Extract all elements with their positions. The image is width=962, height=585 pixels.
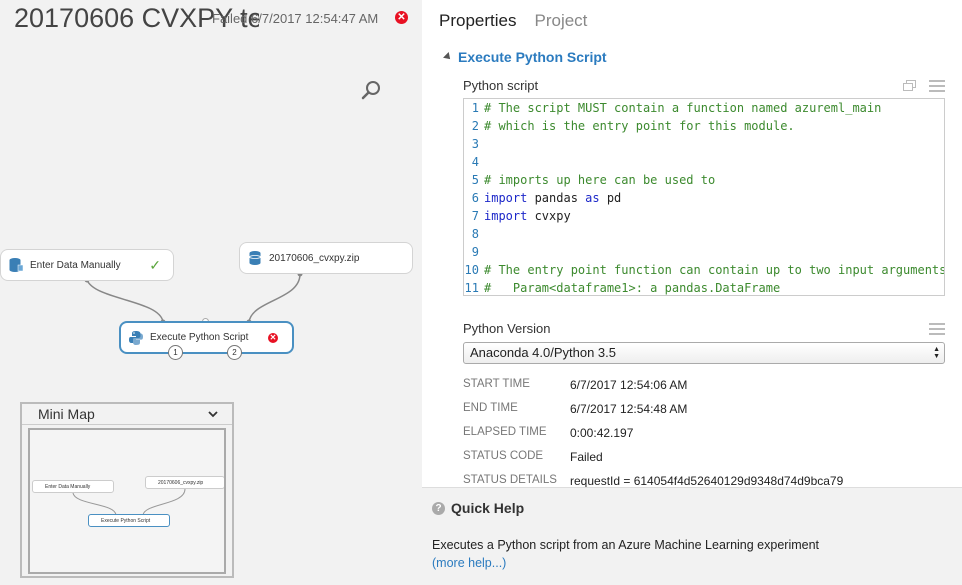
python-icon	[129, 330, 143, 345]
code-line[interactable]: 5 # imports up here can be used to	[464, 171, 944, 189]
line-number: 10	[464, 263, 479, 277]
line-number: 6	[471, 191, 479, 205]
code-line[interactable]: 11 # Param<dataframe1>: a pandas.DataFram…	[464, 279, 944, 295]
quick-help-description: Executes a Python script from an Azure M…	[432, 538, 820, 552]
script-label: Python script	[463, 78, 539, 93]
meta-start-time: START TIME 6/7/2017 12:54:06 AM	[463, 378, 687, 392]
meta-key: START TIME	[463, 378, 530, 390]
menu-icon[interactable]	[929, 323, 945, 335]
module-label: 20170606_cvxpy.zip	[269, 252, 360, 264]
input-port-2[interactable]: 2	[227, 345, 242, 360]
module-label: Enter Data Manually	[30, 259, 121, 271]
quick-help-title: Quick Help	[451, 500, 525, 516]
meta-status-details: STATUS DETAILS requestId = 614054f4d5264…	[463, 474, 843, 488]
mini-map-wires	[72, 488, 186, 516]
line-number: 1	[471, 101, 479, 115]
code-line[interactable]: 3	[464, 135, 944, 153]
line-number: 7	[471, 209, 479, 223]
line-number: 8	[471, 227, 479, 241]
python-script-editor[interactable]: 1 # The script MUST contain a function na…	[463, 98, 945, 296]
tab-properties[interactable]: Properties	[439, 11, 516, 31]
code-text: # Param<dataframe1>: a pandas.DataFrame	[484, 281, 781, 295]
module-label: Execute Python Script	[150, 332, 249, 343]
section-title: Execute Python Script	[458, 49, 607, 65]
dataset-icon	[9, 258, 24, 272]
experiment-canvas[interactable]: 20170606 CVXPY te.. Failed 6/7/2017 12:5…	[0, 0, 422, 585]
meta-status-code: STATUS CODE Failed	[463, 450, 603, 464]
mini-map[interactable]: Mini Map Enter Data Manually 20170606_cv…	[20, 402, 234, 578]
code-text: # The script MUST contain a function nam…	[484, 101, 882, 115]
meta-key: ELAPSED TIME	[463, 426, 547, 438]
quick-help: ? Quick Help Executes a Python script fr…	[422, 487, 962, 585]
code-line[interactable]: 2 # which is the entry point for this mod…	[464, 117, 944, 135]
meta-value: Failed	[570, 450, 603, 464]
mini-map-title: Mini Map	[38, 406, 95, 422]
menu-icon[interactable]	[929, 80, 945, 92]
line-number: 3	[471, 137, 479, 151]
meta-value: 6/7/2017 12:54:48 AM	[570, 402, 688, 416]
help-icon: ?	[432, 501, 445, 515]
select-arrows-icon: ▲ ▼	[933, 346, 940, 360]
meta-key: END TIME	[463, 402, 518, 414]
mini-map-viewport[interactable]: Enter Data Manually 20170606_cvxpy.zip E…	[28, 428, 226, 574]
check-icon: ✓	[149, 257, 161, 273]
code-text: # The entry point function can contain u…	[484, 263, 945, 277]
line-number: 4	[471, 155, 479, 169]
collapse-triangle-icon[interactable]	[443, 52, 453, 62]
python-version-value: Anaconda 4.0/Python 3.5	[470, 345, 617, 360]
code-text: # imports up here can be used to	[484, 173, 716, 187]
code-line[interactable]: 4	[464, 153, 944, 171]
chevron-down-icon[interactable]	[208, 410, 218, 418]
input-port-1[interactable]: 1	[168, 345, 183, 360]
mini-map-header[interactable]: Mini Map	[22, 404, 232, 425]
meta-key: STATUS CODE	[463, 450, 544, 462]
meta-key: STATUS DETAILS	[463, 474, 557, 486]
panel-tabs: Properties Project	[439, 11, 587, 31]
code-line[interactable]: 1 # The script MUST contain a function na…	[464, 99, 944, 117]
more-help-link[interactable]: (more help...)	[432, 556, 506, 570]
popout-icon[interactable]	[903, 80, 916, 91]
code-line[interactable]: 7 import cvxpy	[464, 207, 944, 225]
quick-help-header: ? Quick Help	[432, 500, 524, 516]
line-number: 5	[471, 173, 479, 187]
dataset-icon	[249, 251, 261, 265]
mini-map-node: Enter Data Manually	[32, 480, 114, 493]
code-text: # which is the entry point for this modu…	[484, 119, 795, 133]
mini-map-node: 20170606_cvxpy.zip	[145, 476, 224, 489]
code-line[interactable]: 9	[464, 243, 944, 261]
tab-project[interactable]: Project	[534, 11, 587, 31]
line-number: 2	[471, 119, 479, 133]
meta-value: 6/7/2017 12:54:06 AM	[570, 378, 688, 392]
code-line[interactable]: 8	[464, 225, 944, 243]
version-label: Python Version	[463, 321, 551, 336]
line-number: 9	[471, 245, 479, 259]
code-line[interactable]: 6 import pandas as pd	[464, 189, 944, 207]
module-zip-dataset[interactable]: 20170606_cvxpy.zip	[239, 242, 413, 274]
meta-end-time: END TIME 6/7/2017 12:54:48 AM	[463, 402, 687, 416]
module-enter-data[interactable]: Enter Data Manually ✓	[0, 249, 174, 281]
line-number: 11	[464, 281, 479, 295]
python-version-select[interactable]: Anaconda 4.0/Python 3.5 ▲ ▼	[463, 342, 945, 364]
module-execute-python[interactable]: Execute Python Script ✕	[119, 321, 294, 354]
mini-map-node: Execute Python Script	[88, 514, 170, 527]
meta-value: 0:00:42.197	[570, 426, 634, 440]
code-text: import pandas as pd	[484, 191, 622, 205]
properties-panel: Properties Project Execute Python Script…	[422, 0, 962, 585]
section-execute-python[interactable]: Execute Python Script	[443, 49, 607, 65]
code-line[interactable]: 10 # The entry point function can contain…	[464, 261, 944, 279]
code-text: import cvxpy	[484, 209, 571, 223]
meta-value[interactable]: requestId = 614054f4d52640129d9348d74d9b…	[570, 474, 843, 488]
meta-elapsed-time: ELAPSED TIME 0:00:42.197	[463, 426, 633, 440]
error-icon[interactable]: ✕	[268, 333, 278, 343]
